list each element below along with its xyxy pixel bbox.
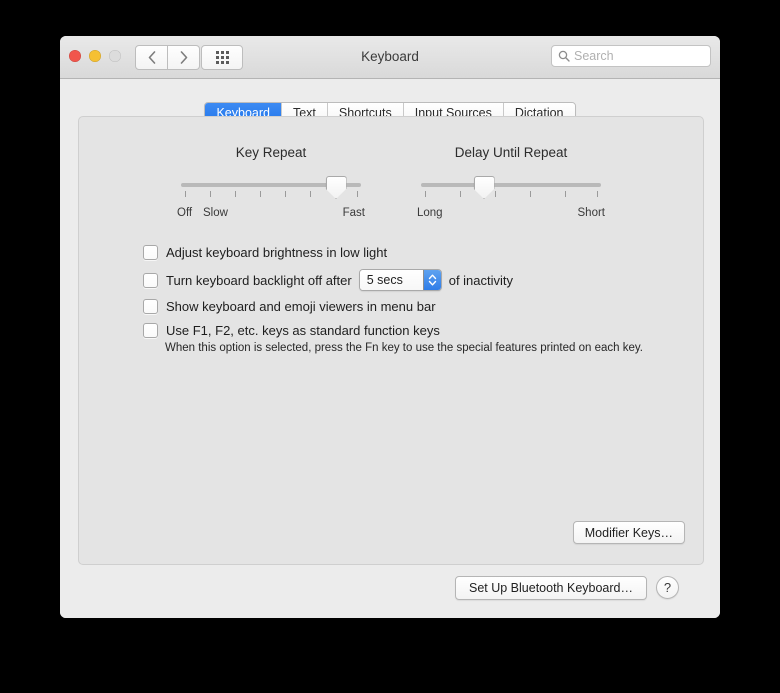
checkbox-function-keys-label: Use F1, F2, etc. keys as standard functi…	[166, 323, 440, 338]
checkbox-show-viewers[interactable]	[143, 299, 158, 314]
checkbox-row-backlight-off[interactable]: Turn keyboard backlight off after 5 secs…	[143, 269, 513, 291]
backlight-inactivity-suffix: of inactivity	[448, 272, 514, 288]
function-keys-help-text: When this option is selected, press the …	[165, 342, 643, 354]
modifier-keys-button[interactable]: Modifier Keys…	[572, 521, 685, 544]
stepper-up-down-icon[interactable]	[422, 270, 441, 290]
backlight-delay-value: 5 secs	[359, 270, 423, 290]
checkbox-show-viewers-label: Show keyboard and emoji viewers in menu …	[166, 299, 436, 314]
setup-bluetooth-keyboard-button[interactable]: Set Up Bluetooth Keyboard…	[455, 576, 647, 600]
delay-until-repeat-label: Delay Until Repeat	[454, 145, 568, 160]
window-titlebar: Keyboard Search	[60, 36, 720, 79]
delay-until-repeat-slider-group: Delay Until Repeat Long Short	[417, 145, 605, 223]
key-repeat-slider[interactable]	[181, 175, 361, 203]
delay-short-label: Short	[577, 207, 606, 219]
key-repeat-slow-label: Slow	[203, 207, 228, 219]
window-body: Keyboard Text Shortcuts Input Sources Di…	[60, 79, 720, 618]
checkbox-backlight-off-label: Turn keyboard backlight off after	[166, 272, 352, 288]
delay-until-repeat-track	[421, 183, 601, 187]
delay-until-repeat-tick-labels: Long Short	[417, 207, 605, 223]
delay-until-repeat-slider[interactable]	[421, 175, 601, 203]
checkbox-adjust-brightness-label: Adjust keyboard brightness in low light	[166, 245, 388, 260]
key-repeat-tick-labels: Off Slow Fast	[177, 207, 365, 223]
key-repeat-slider-group: Key Repeat Off Slow Fast	[177, 145, 365, 223]
keyboard-preferences-window: Keyboard Search Keyboard Text Shortcuts …	[60, 36, 720, 618]
backlight-delay-popup[interactable]: 5 secs	[358, 269, 442, 291]
window-bottom-bar: Set Up Bluetooth Keyboard… ?	[60, 576, 720, 606]
key-repeat-fast-label: Fast	[342, 207, 365, 219]
delay-long-label: Long	[417, 207, 443, 219]
search-field[interactable]: Search	[551, 45, 711, 67]
search-placeholder: Search	[574, 49, 614, 63]
search-icon	[558, 50, 570, 62]
delay-until-repeat-ticks	[421, 191, 601, 198]
key-repeat-label: Key Repeat	[235, 145, 307, 160]
checkbox-function-keys[interactable]	[143, 323, 158, 338]
checkbox-row-adjust-brightness[interactable]: Adjust keyboard brightness in low light	[143, 245, 387, 260]
checkbox-backlight-off[interactable]	[143, 272, 158, 288]
keyboard-settings-panel: Key Repeat Off Slow Fast Delay Until Rep…	[78, 116, 704, 565]
checkbox-row-function-keys[interactable]: Use F1, F2, etc. keys as standard functi…	[143, 323, 440, 338]
key-repeat-off-label: Off	[177, 207, 193, 219]
help-button[interactable]: ?	[656, 576, 679, 599]
checkbox-adjust-brightness[interactable]	[143, 245, 158, 260]
checkbox-row-show-viewers[interactable]: Show keyboard and emoji viewers in menu …	[143, 299, 436, 314]
